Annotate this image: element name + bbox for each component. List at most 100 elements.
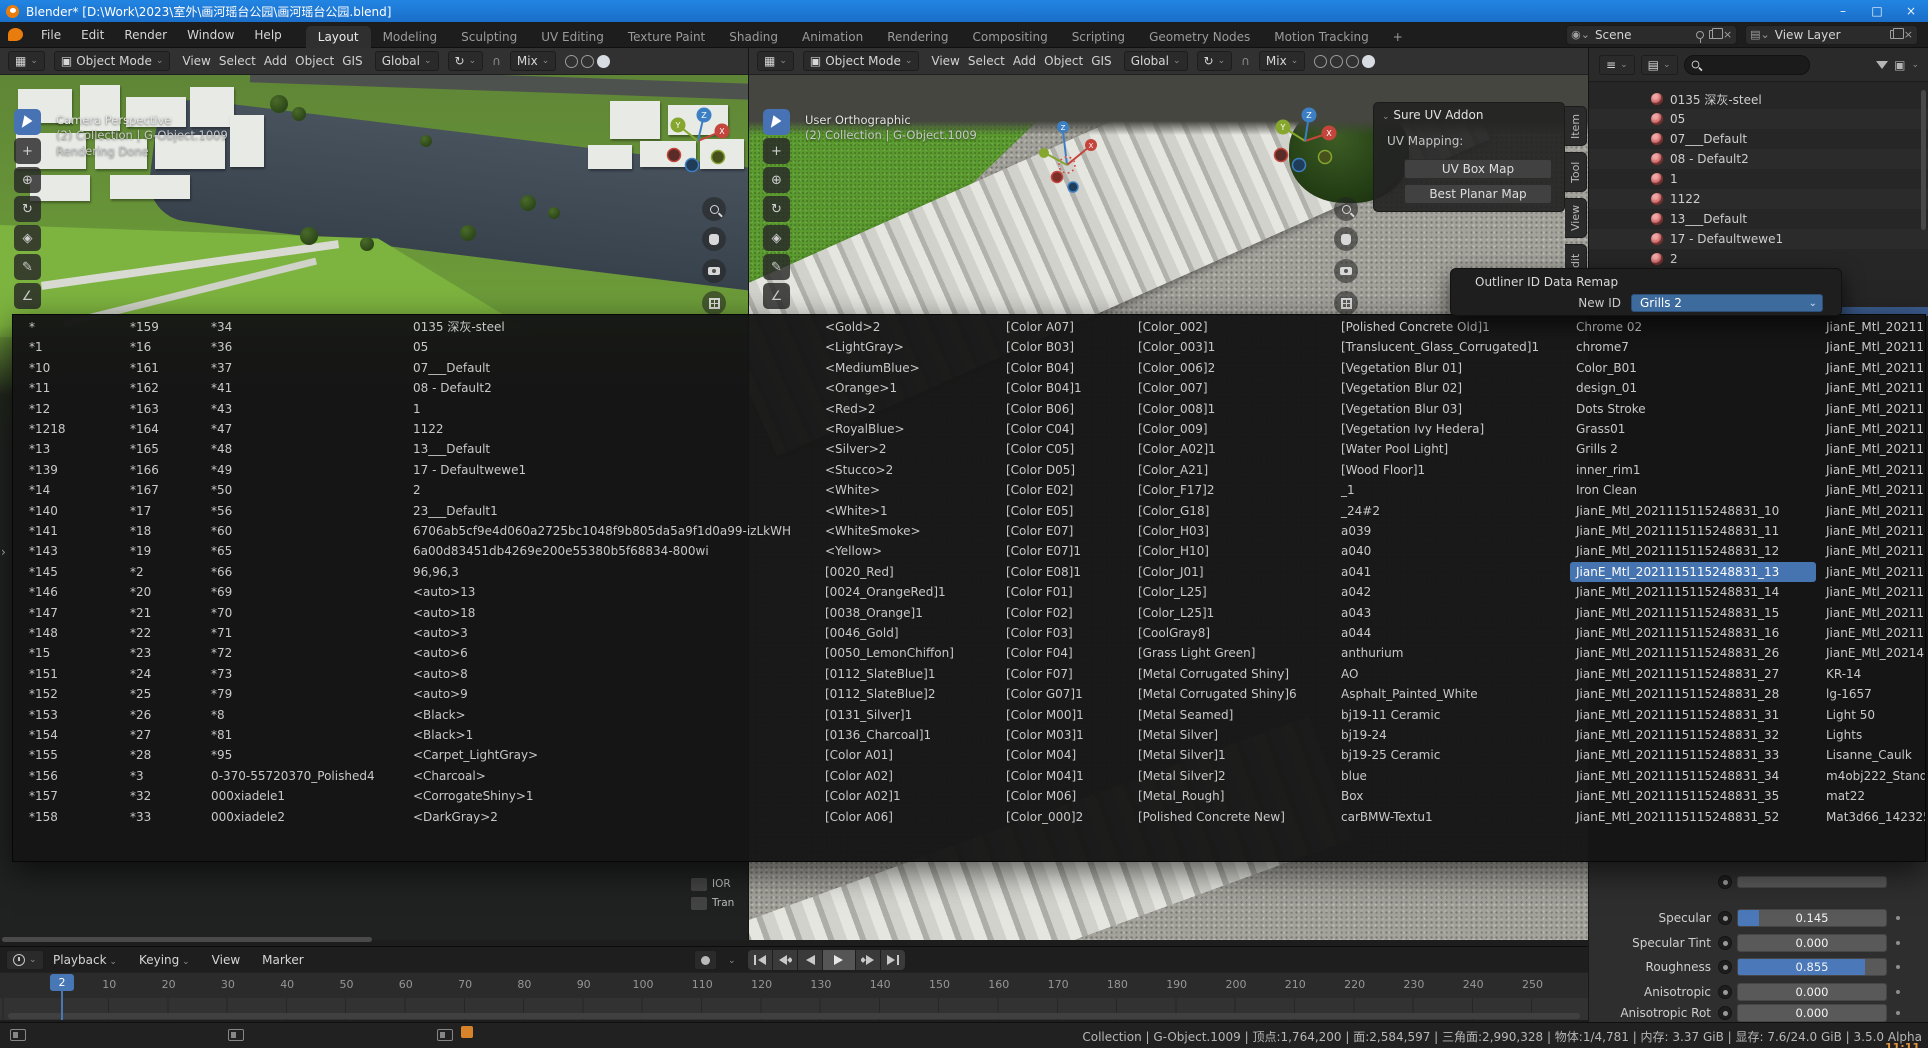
texture-socket-toggle[interactable] [1718, 911, 1732, 925]
dropdown-item[interactable]: [Color G07]1 [1000, 684, 1128, 704]
camera-view-icon[interactable] [702, 259, 726, 283]
dropdown-item[interactable]: 6a00d83451db4269e200e55380b5f68834-800wi [407, 541, 815, 561]
property-slider-specular[interactable]: 0.145 [1737, 909, 1887, 927]
slider-partial[interactable] [1737, 876, 1887, 888]
dropdown-item[interactable]: *71 [205, 623, 403, 643]
dropdown-item[interactable]: [Color A06] [819, 807, 996, 827]
dropdown-item[interactable]: JianE_Mtl_202111 [1820, 541, 1925, 561]
dropdown-item[interactable]: JianE_Mtl_2021115115248831_12 [1570, 541, 1816, 561]
dropdown-item[interactable]: [Color E02] [1000, 480, 1128, 500]
dropdown-item[interactable]: JianE_Mtl_2021115115248831_27 [1570, 664, 1816, 684]
menu-gis[interactable]: GIS [339, 54, 365, 68]
dropdown-item[interactable]: *13 [23, 439, 120, 459]
playhead-line[interactable] [61, 991, 63, 1020]
tab-shading[interactable]: Shading [717, 26, 790, 48]
dropdown-item[interactable]: *153 [23, 705, 120, 725]
dropdown-item[interactable]: [Color_G18] [1132, 501, 1331, 521]
proportional-falloff[interactable]: Mix⌄ [510, 51, 556, 71]
dropdown-item[interactable]: <auto>8 [407, 664, 815, 684]
menu-view[interactable]: View [179, 54, 213, 68]
menu-add[interactable]: Add [1010, 54, 1039, 68]
animate-property-dot[interactable] [1896, 916, 1900, 920]
dropdown-item[interactable]: <White> [819, 480, 996, 500]
dropdown-item[interactable]: *159 [124, 317, 201, 337]
jump-to-start-button[interactable] [748, 950, 772, 970]
dropdown-item[interactable]: *79 [205, 684, 403, 704]
dropdown-item[interactable]: <LightGray> [819, 337, 996, 357]
zoom-icon[interactable] [1334, 197, 1358, 221]
dropdown-item[interactable]: Mat3d66_142325 [1820, 807, 1925, 827]
animate-property-dot[interactable] [1896, 965, 1900, 969]
select-box-tool[interactable] [763, 109, 790, 135]
tab-scripting[interactable]: Scripting [1060, 26, 1137, 48]
dropdown-item[interactable]: *50 [205, 480, 403, 500]
dropdown-item[interactable]: *152 [23, 684, 120, 704]
dropdown-item[interactable]: [Vegetation Blur 03] [1335, 399, 1572, 419]
dropdown-item[interactable]: [Color_000]2 [1000, 807, 1128, 827]
dropdown-item[interactable]: [Color M06] [1000, 786, 1128, 806]
transform-orientation[interactable]: Global⌄ [1124, 51, 1188, 71]
dropdown-item[interactable]: *145 [23, 562, 120, 582]
dropdown-item[interactable]: JianE_Mtl_2021115115248831_31 [1570, 705, 1816, 725]
dropdown-item[interactable]: 0135 深灰-steel [407, 317, 815, 337]
dropdown-item[interactable]: [Vegetation Blur 01] [1335, 358, 1572, 378]
npanel-tab-view[interactable]: View [1565, 198, 1587, 238]
dropdown-item[interactable]: JianE_Mtl_2021115115248831_13 [1570, 562, 1816, 582]
dropdown-item[interactable]: JianE_Mtl_202111 [1820, 378, 1925, 398]
tab-uv-editing[interactable]: UV Editing [529, 26, 616, 48]
maximize-button[interactable]: □ [1860, 4, 1894, 18]
dropdown-item[interactable]: [Color_J01] [1132, 562, 1331, 582]
dropdown-item[interactable]: bj19-24 [1335, 725, 1572, 745]
dropdown-item[interactable]: mat22 [1820, 786, 1925, 806]
new-id-dropdown[interactable]: Grills 2 ⌄ [1631, 294, 1823, 312]
dropdown-item[interactable]: [Color_007] [1132, 378, 1331, 398]
annotate-tool[interactable]: ✎ [14, 254, 41, 280]
dropdown-item[interactable]: *25 [124, 684, 201, 704]
dropdown-item[interactable]: *162 [124, 378, 201, 398]
dropdown-item[interactable]: *34 [205, 317, 403, 337]
dropdown-item[interactable]: [Color E08]1 [1000, 562, 1128, 582]
dropdown-item[interactable]: Light 50 [1820, 705, 1925, 725]
dropdown-item[interactable]: JianE_Mtl_202111 [1820, 358, 1925, 378]
dropdown-item[interactable]: *161 [124, 358, 201, 378]
dropdown-item[interactable]: Box [1335, 786, 1572, 806]
dropdown-item[interactable]: 05 [407, 337, 815, 357]
npanel-tab-tool[interactable]: Tool [1565, 152, 1587, 192]
play-button[interactable] [823, 950, 855, 970]
dropdown-item[interactable]: <MediumBlue> [819, 358, 996, 378]
dropdown-item[interactable]: *70 [205, 603, 403, 623]
dropdown-item[interactable]: a042 [1335, 582, 1572, 602]
dropdown-item[interactable]: *3 [124, 766, 201, 786]
dropdown-item[interactable]: <auto>18 [407, 603, 815, 623]
dropdown-item[interactable]: [0136_Charcoal]1 [819, 725, 996, 745]
dropdown-item[interactable]: <Red>2 [819, 399, 996, 419]
filter-icon[interactable] [1876, 61, 1888, 75]
pan-hand-icon[interactable] [702, 227, 726, 251]
cursor-tool[interactable]: + [763, 138, 790, 164]
material-name[interactable]: 13___Default [1670, 212, 1747, 226]
dropdown-item[interactable]: *11 [23, 378, 120, 398]
timeline-editor-icon[interactable]: ⌄ [6, 950, 44, 970]
dropdown-item[interactable]: JianE_Mtl_202111 [1820, 562, 1925, 582]
tab-animation[interactable]: Animation [790, 26, 875, 48]
dropdown-item[interactable]: *16 [124, 337, 201, 357]
dropdown-item[interactable]: [Metal Silver]1 [1132, 745, 1331, 765]
dropdown-item[interactable]: [Vegetation Blur 02] [1335, 378, 1572, 398]
dropdown-item[interactable]: [0131_Silver]1 [819, 705, 996, 725]
pin-icon[interactable] [1696, 31, 1704, 39]
dropdown-item[interactable]: 000xiadele2 [205, 807, 403, 827]
unlink-scene-icon[interactable]: × [1723, 28, 1732, 41]
dropdown-item[interactable]: bj19-11 Ceramic [1335, 705, 1572, 725]
dropdown-item[interactable]: [Color_002] [1132, 317, 1331, 337]
dropdown-item[interactable]: [Color_008]1 [1132, 399, 1331, 419]
texture-socket-toggle[interactable] [1718, 936, 1732, 950]
dropdown-item[interactable]: [Color_L25] [1132, 582, 1331, 602]
tab-motion-tracking[interactable]: Motion Tracking [1262, 26, 1380, 48]
tab-layout[interactable]: Layout [306, 26, 371, 48]
dropdown-item[interactable]: *26 [124, 705, 201, 725]
remove-view-layer-icon[interactable]: × [1904, 28, 1913, 41]
material-name[interactable]: 1122 [1670, 192, 1701, 206]
dropdown-item[interactable]: *49 [205, 460, 403, 480]
dropdown-item[interactable]: *20 [124, 582, 201, 602]
dropdown-item[interactable]: <DarkGray>2 [407, 807, 815, 827]
